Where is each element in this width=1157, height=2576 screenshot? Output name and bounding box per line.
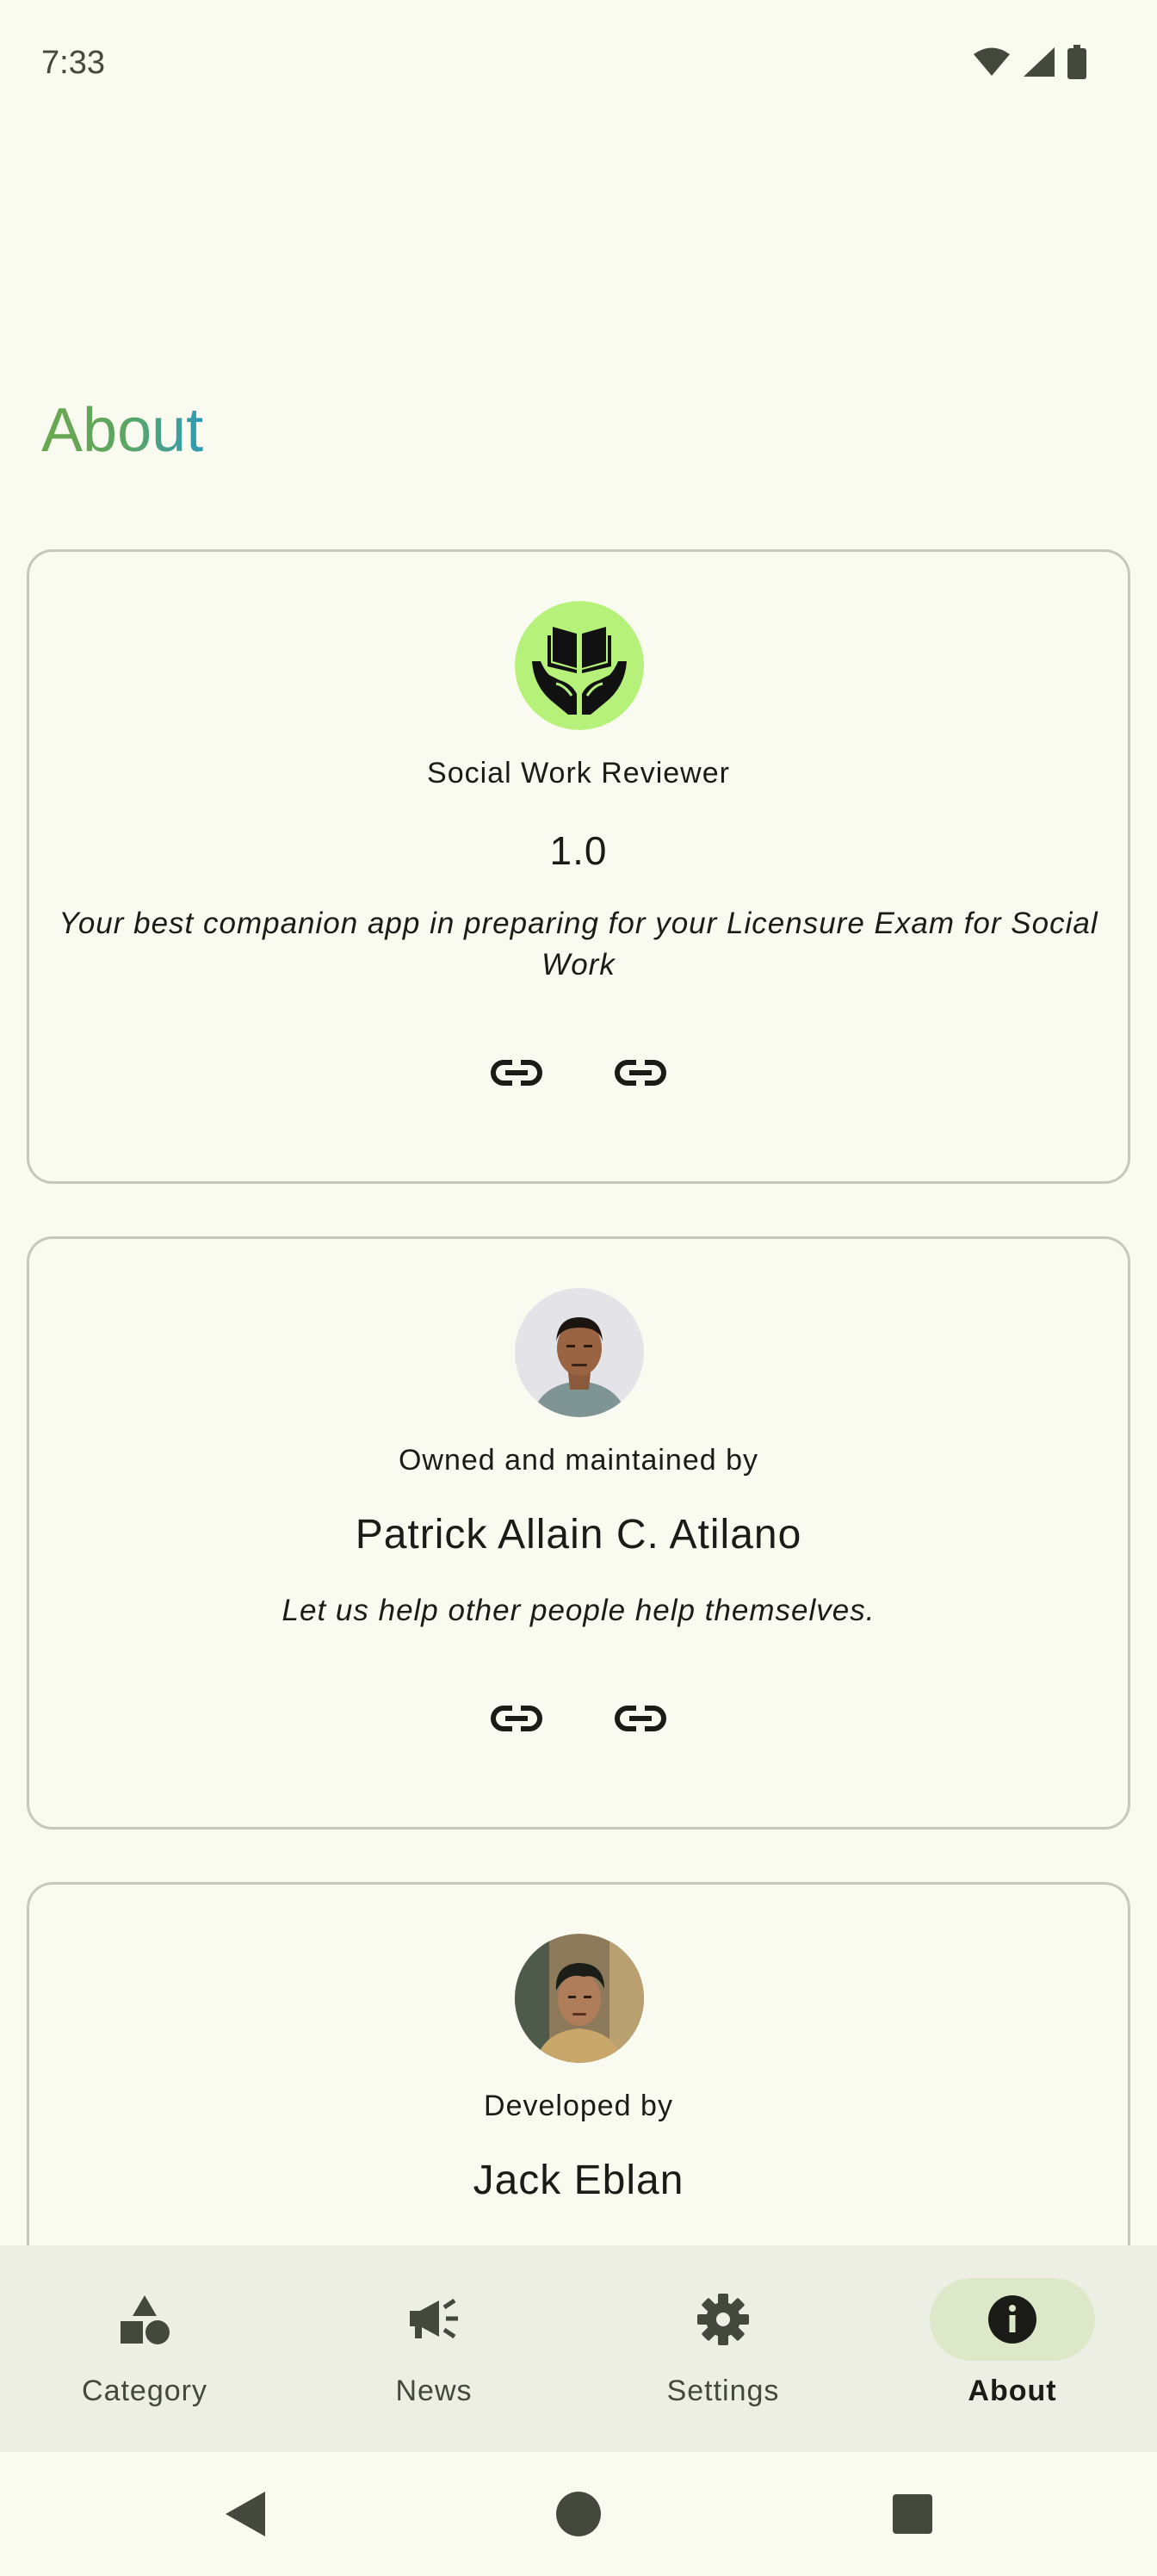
about-screen: 7:33 About Social Work Reviewer 1.0 Your…: [0, 0, 1157, 2576]
system-navigation-bar: [0, 2452, 1157, 2576]
link-button-2[interactable]: [613, 1045, 668, 1100]
owner-label: Owned and maintained by: [398, 1444, 759, 1477]
owner-avatar: [515, 1288, 644, 1417]
page-title: About: [41, 392, 203, 469]
recents-button[interactable]: [880, 2481, 945, 2547]
nav-label-about: About: [968, 2375, 1057, 2407]
info-icon: [988, 2295, 1036, 2344]
nav-item-about[interactable]: About: [868, 2245, 1157, 2452]
app-info-card: Social Work Reviewer 1.0 Your best compa…: [27, 549, 1130, 1184]
link-icon: [491, 1060, 542, 1086]
home-button[interactable]: [546, 2481, 611, 2547]
status-time: 7:33: [41, 45, 105, 81]
back-triangle-icon: [226, 2492, 265, 2536]
nav-label-settings: Settings: [666, 2375, 780, 2407]
person-photo-icon: [515, 1934, 644, 2063]
app-links: [29, 1045, 1128, 1100]
link-icon: [491, 1706, 542, 1731]
recents-square-icon: [893, 2494, 932, 2534]
link-button-2[interactable]: [613, 1691, 668, 1746]
owner-quote: Let us help other people help themselves…: [282, 1594, 875, 1627]
developer-label: Developed by: [484, 2090, 673, 2122]
wifi-icon: [973, 46, 1011, 82]
nav-pill: [62, 2278, 227, 2361]
nav-label-news: News: [395, 2375, 473, 2407]
nav-pill: [351, 2278, 517, 2361]
app-version: 1.0: [549, 828, 608, 873]
developer-avatar: [515, 1934, 644, 2063]
nav-item-settings[interactable]: Settings: [578, 2245, 868, 2452]
nav-item-category[interactable]: Category: [0, 2245, 289, 2452]
nav-pill: [640, 2278, 806, 2361]
link-button-1[interactable]: [489, 1045, 544, 1100]
gear-icon: [697, 2294, 749, 2345]
owner-name: Patrick Allain C. Atilano: [355, 1512, 802, 1557]
link-icon: [615, 1706, 666, 1731]
signal-icon: [1023, 46, 1055, 82]
developer-name: Jack Eblan: [473, 2158, 684, 2203]
app-name: Social Work Reviewer: [427, 757, 730, 790]
owner-card: Owned and maintained by Patrick Allain C…: [27, 1236, 1130, 1830]
app-logo: [515, 601, 644, 730]
nav-label-category: Category: [82, 2375, 207, 2407]
nav-item-news[interactable]: News: [289, 2245, 578, 2452]
person-photo-icon: [515, 1288, 644, 1417]
link-button-1[interactable]: [489, 1691, 544, 1746]
app-description: Your best companion app in preparing for…: [59, 907, 1098, 981]
nav-pill-active: [930, 2278, 1095, 2361]
link-icon: [615, 1060, 666, 1086]
bottom-navigation: Category News Settings About: [0, 2245, 1157, 2452]
status-icons: [973, 45, 1086, 84]
owner-links: [29, 1691, 1128, 1746]
home-circle-icon: [556, 2492, 601, 2536]
back-button[interactable]: [212, 2481, 277, 2547]
shapes-icon: [121, 2295, 170, 2344]
battery-icon: [1067, 45, 1086, 84]
status-bar: 7:33: [0, 0, 1157, 129]
megaphone-icon: [410, 2298, 458, 2339]
book-hands-logo-icon: [515, 601, 644, 730]
